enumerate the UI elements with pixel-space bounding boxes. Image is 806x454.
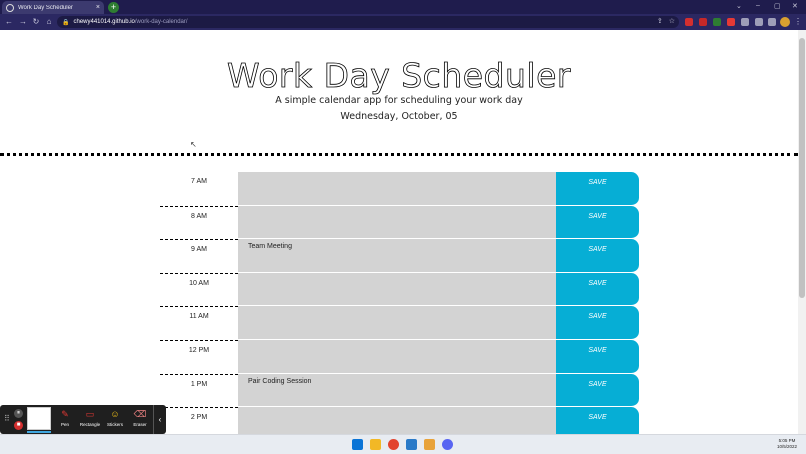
lock-icon: 🔒	[62, 19, 70, 26]
pen-tool[interactable]: ✎ Pen	[53, 409, 77, 427]
stickers-tool[interactable]: ☺ Stickers	[103, 409, 127, 427]
extension-icon[interactable]	[713, 18, 721, 26]
start-icon[interactable]	[352, 439, 363, 450]
time-block: 8 AM SAVE	[160, 205, 640, 240]
pause-icon[interactable]: ⏸	[14, 409, 23, 418]
page-subtitle: A simple calendar app for scheduling you…	[275, 95, 523, 106]
time-block: 11 AM SAVE	[160, 306, 640, 340]
time-block: 10 AM SAVE	[160, 272, 640, 307]
url-text: chewy441014.github.io/work-day-calendar/	[73, 19, 188, 25]
extension-icon[interactable]	[685, 18, 693, 26]
rectangle-icon: ▭	[85, 409, 95, 419]
forward-icon[interactable]: →	[18, 16, 28, 27]
globe-icon	[6, 3, 14, 12]
file-explorer-icon[interactable]	[370, 439, 381, 450]
bookmark-star-icon[interactable]: ☆	[669, 17, 675, 25]
extension-icon[interactable]	[727, 18, 735, 26]
save-button[interactable]: SAVE	[556, 239, 639, 273]
description-textarea[interactable]: Pair Coding Session	[238, 373, 556, 408]
profile-avatar[interactable]	[780, 17, 790, 27]
page-scrollbar[interactable]	[798, 30, 806, 434]
clock-date: 10/5/2022	[776, 444, 798, 449]
save-button[interactable]: SAVE	[556, 205, 639, 240]
eraser-tool[interactable]: ⌫ Eraser	[128, 409, 152, 427]
browser-tab[interactable]: Work Day Scheduler ×	[2, 1, 104, 14]
chrome-icon[interactable]	[388, 439, 399, 450]
schedule-container: 7 AM SAVE 8 AM SAVE 9 AM Team Meeting SA…	[160, 172, 640, 441]
save-button[interactable]: SAVE	[556, 272, 639, 307]
sticker-icon: ☺	[110, 409, 120, 419]
description-textarea[interactable]: Team Meeting	[238, 239, 556, 273]
hour-label: 7 AM	[191, 178, 207, 185]
mouse-cursor-icon: ↖	[190, 140, 197, 149]
discord-icon[interactable]	[442, 439, 453, 450]
address-bar[interactable]: 🔒 chewy441014.github.io/work-day-calenda…	[57, 16, 679, 28]
media-icon[interactable]	[755, 18, 763, 26]
browser-tabstrip: Work Day Scheduler × + ⌄ – ▢ ✕	[0, 0, 806, 14]
description-textarea[interactable]	[238, 306, 556, 340]
browser-toolbar: ← → ↻ ⌂ 🔒 chewy441014.github.io/work-day…	[0, 14, 806, 30]
hour-label: 12 PM	[160, 339, 238, 374]
new-tab-button[interactable]: +	[108, 2, 119, 13]
collapse-chevron-icon[interactable]: ‹	[153, 405, 166, 434]
hour-label: 1 PM	[160, 373, 238, 408]
current-day: Wednesday, October, 05	[340, 111, 458, 122]
sidebar-icon[interactable]	[768, 18, 776, 26]
time-block: 9 AM Team Meeting SAVE	[160, 239, 640, 273]
description-textarea[interactable]	[238, 205, 556, 240]
description-textarea[interactable]	[238, 272, 556, 307]
minimize-button[interactable]: –	[756, 2, 760, 9]
extension-icon[interactable]	[699, 18, 707, 26]
description-textarea[interactable]	[238, 339, 556, 374]
share-icon[interactable]: ⇪	[657, 17, 663, 25]
back-icon[interactable]: ←	[4, 16, 14, 27]
maximize-button[interactable]: ▢	[774, 2, 781, 10]
system-clock[interactable]: 5:05 PM 10/5/2022	[770, 438, 804, 450]
save-button[interactable]: SAVE	[556, 306, 639, 340]
git-icon[interactable]	[424, 439, 435, 450]
thumbnail-indicator	[27, 431, 51, 433]
hour-label: 8 AM	[160, 205, 238, 240]
save-button[interactable]: SAVE	[556, 373, 639, 408]
pen-icon: ✎	[61, 409, 69, 419]
hour-label: 9 AM	[160, 239, 238, 273]
menu-icon[interactable]: ⋮	[793, 16, 803, 27]
scrollbar-thumb[interactable]	[799, 38, 805, 298]
description-textarea[interactable]	[238, 172, 556, 206]
page-title: Work Day Scheduler	[227, 56, 571, 96]
taskbar: 5:05 PM 10/5/2022	[0, 434, 806, 454]
time-block: 1 PM Pair Coding Session SAVE	[160, 373, 640, 408]
webcam-thumbnail	[27, 407, 51, 430]
hour-label: 11 AM	[160, 306, 238, 340]
time-block: 7 AM SAVE	[160, 172, 640, 206]
vscode-icon[interactable]	[406, 439, 417, 450]
tab-search-icon[interactable]: ⌄	[736, 2, 742, 10]
rectangle-tool[interactable]: ▭ Rectangle	[78, 409, 102, 427]
puzzle-icon[interactable]	[741, 18, 749, 26]
close-window-button[interactable]: ✕	[792, 2, 798, 10]
stop-icon[interactable]: ■	[14, 421, 23, 430]
tab-title: Work Day Scheduler	[18, 4, 73, 11]
home-icon[interactable]: ⌂	[44, 16, 54, 27]
drag-handle-icon[interactable]: ⠿	[4, 414, 10, 423]
reload-icon[interactable]: ↻	[31, 16, 41, 27]
save-button[interactable]: SAVE	[556, 172, 639, 206]
address-bar-actions: ⇪ ☆	[657, 17, 675, 25]
eraser-icon: ⌫	[133, 409, 147, 419]
header-jumbotron: Work Day Scheduler A simple calendar app…	[0, 30, 798, 156]
tab-close-icon[interactable]: ×	[96, 4, 100, 11]
hour-label: 10 AM	[160, 272, 238, 307]
time-block: 12 PM SAVE	[160, 339, 640, 374]
annotation-toolbar: ⠿ ⏸ ■ ✎ Pen ▭ Rectangle ☺ Stickers ⌫ Era…	[0, 405, 166, 434]
save-button[interactable]: SAVE	[556, 339, 639, 374]
